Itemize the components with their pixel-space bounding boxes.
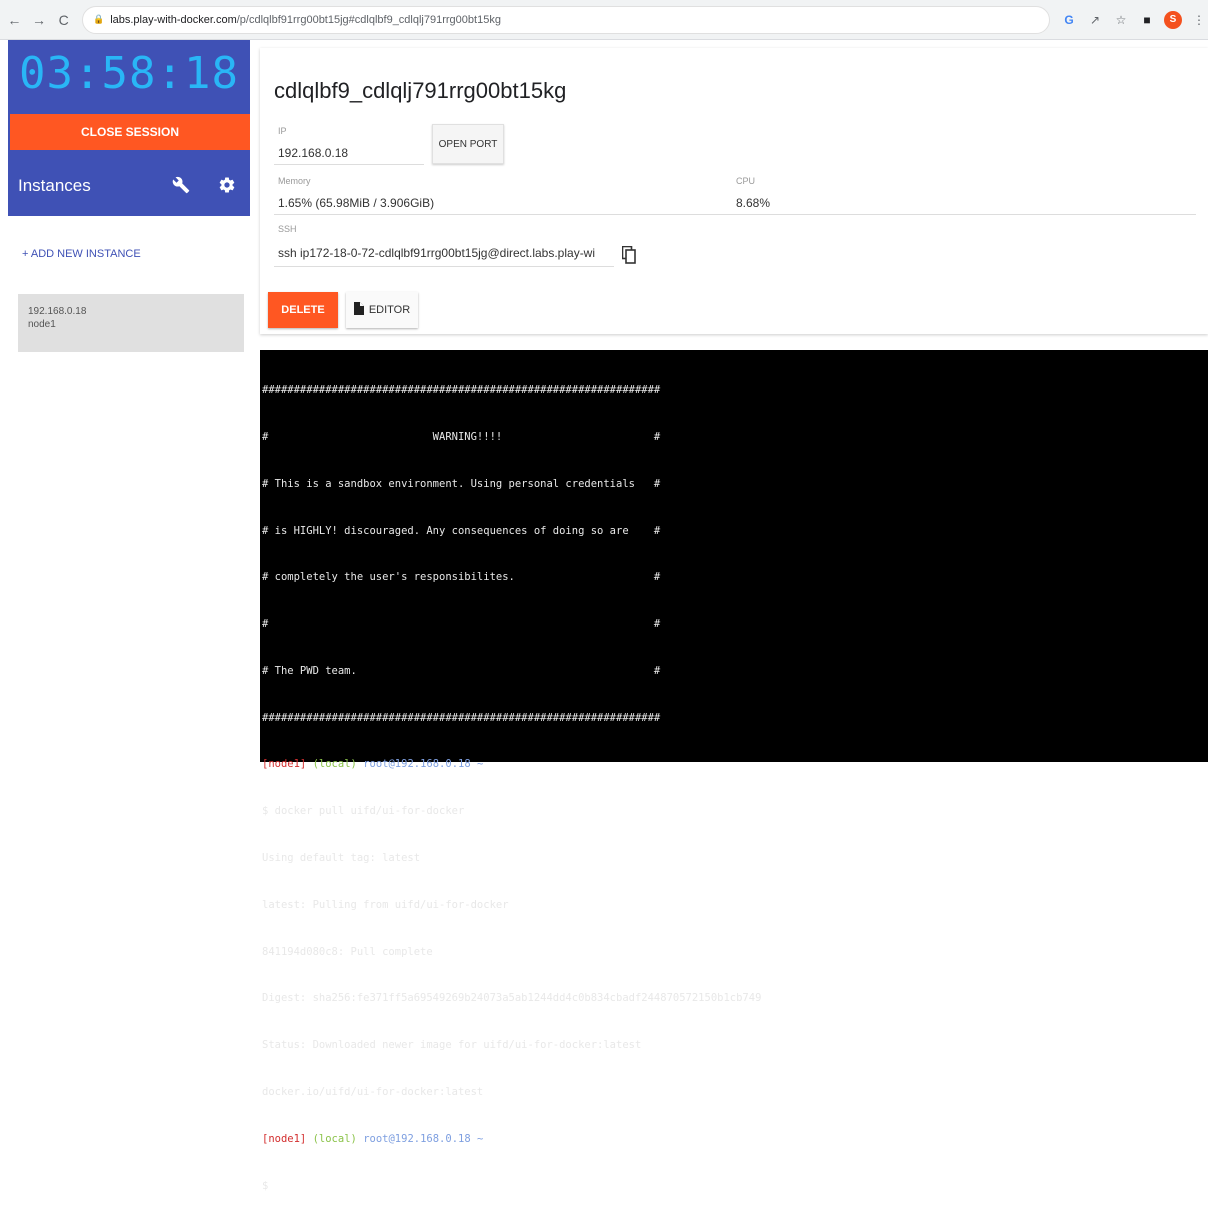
bookmark-star-icon[interactable]: ☆ — [1112, 11, 1130, 29]
lock-icon: 🔒 — [92, 14, 105, 24]
instance-ip: 192.168.0.18 — [28, 306, 87, 317]
ssh-label: SSH — [278, 224, 297, 234]
cpu-value: 8.68% — [736, 196, 771, 210]
address-bar[interactable]: 🔒 labs.play-with-docker.com/p/cdlqlbf91r… — [81, 5, 1050, 34]
share-icon[interactable]: ↗ — [1086, 11, 1104, 29]
google-icon[interactable]: G — [1060, 11, 1078, 29]
terminal-line: # # — [262, 618, 661, 631]
file-icon — [353, 302, 364, 318]
final-prompt: $ — [262, 1180, 275, 1193]
terminal-line: Using default tag: latest — [262, 852, 421, 864]
instance-title: cdlqlbf9_cdlqlj791rrg00bt15kg — [274, 78, 567, 103]
terminal-input-line[interactable]: $ — [262, 1178, 1208, 1194]
memory-value: 1.65% (65.98MiB / 3.906GiB) — [278, 196, 435, 210]
editor-button[interactable]: EDITOR — [346, 292, 418, 328]
ip-label: IP — [278, 126, 287, 136]
instances-label: Instances — [18, 176, 91, 195]
close-session-button[interactable]: CLOSE SESSION — [10, 114, 250, 150]
terminal-line: # The PWD team. # — [262, 664, 661, 677]
terminal-line: 841194d080c8: Pull complete — [262, 945, 433, 958]
profile-avatar[interactable]: S — [1163, 10, 1182, 29]
copy-icon[interactable] — [621, 245, 636, 269]
delete-button[interactable]: DELETE — [268, 292, 338, 328]
sidebar: 03:58:18 CLOSE SESSION Instances + ADD N… — [8, 40, 250, 762]
forward-arrow-icon[interactable]: → — [29, 9, 50, 31]
back-arrow-icon[interactable]: ← — [4, 9, 25, 31]
cpu-underline — [732, 214, 1196, 215]
reload-icon[interactable]: C — [53, 9, 74, 31]
cpu-label: CPU — [736, 176, 756, 186]
gear-icon[interactable] — [218, 176, 236, 199]
session-header: 03:58:18 CLOSE SESSION Instances — [8, 40, 250, 216]
tab-icon[interactable]: ■ — [1138, 11, 1156, 29]
prompt-node: [node1] — [262, 758, 307, 771]
terminal-line: $ docker pull uifd/ui-for-docker — [262, 805, 465, 818]
terminal-line: ########################################… — [262, 711, 661, 724]
browser-actions: G ↗ ☆ ■ S ⋮ — [1060, 10, 1208, 29]
ip-value: 192.168.0.18 — [278, 146, 349, 160]
instance-details-panel: cdlqlbf9_cdlqlj791rrg00bt15kg IP 192.168… — [260, 48, 1208, 334]
prompt-local: (local) — [312, 758, 357, 771]
browser-toolbar: ← → C 🔒 labs.play-with-docker.com/p/cdlq… — [0, 0, 1208, 40]
terminal-line: docker.io/uifd/ui-for-docker:latest — [262, 1085, 484, 1098]
url-path: /p/cdlqlbf91rrg00bt15jg#cdlqlbf9_cdlqlj7… — [236, 13, 501, 26]
ssh-command[interactable]: ssh ip172-18-0-72-cdlqlbf91rrg00bt15jg@d… — [278, 246, 612, 260]
terminal-prompt: [node1] (local) root@192.168.0.18 ~ — [262, 1132, 1208, 1148]
ssh-underline — [274, 266, 614, 267]
instance-list-item[interactable]: 192.168.0.18 node1 — [18, 294, 244, 352]
terminal-line: Digest: sha256:fe371ff5a69549269b24073a5… — [262, 992, 762, 1005]
prompt-user: root@192.168.0.18 ~ — [363, 758, 484, 771]
add-new-instance-link[interactable]: + ADD NEW INSTANCE — [22, 248, 141, 260]
terminal-line: # completely the user's responsibilites.… — [262, 571, 661, 584]
terminal-line: # is HIGHLY! discouraged. Any consequenc… — [262, 524, 661, 537]
editor-label: EDITOR — [368, 304, 411, 316]
url-host: labs.play-with-docker.com — [110, 13, 237, 26]
terminal-line: # WARNING!!!! # — [262, 430, 661, 443]
menu-dots-icon[interactable]: ⋮ — [1190, 11, 1208, 29]
terminal-prompt: [node1] (local) root@192.168.0.18 ~ — [262, 757, 1208, 773]
terminal[interactable]: ########################################… — [260, 350, 1208, 1192]
terminal-line: ########################################… — [262, 384, 661, 397]
prompt-node: [node1] — [262, 1132, 307, 1145]
instances-header: Instances — [8, 164, 250, 208]
wrench-icon[interactable] — [172, 176, 190, 199]
session-timer: 03:58:18 — [19, 48, 239, 99]
memory-label: Memory — [278, 176, 311, 186]
prompt-user: root@192.168.0.18 ~ — [363, 1132, 484, 1145]
terminal-line: # This is a sandbox environment. Using p… — [262, 477, 661, 490]
terminal-line: latest: Pulling from uifd/ui-for-docker — [262, 898, 509, 911]
memory-underline — [274, 214, 734, 215]
terminal-cursor — [274, 1178, 282, 1192]
instance-node-name: node1 — [28, 319, 56, 330]
terminal-line: Status: Downloaded newer image for uifd/… — [262, 1039, 642, 1052]
open-port-button[interactable]: OPEN PORT — [432, 124, 504, 164]
prompt-local: (local) — [312, 1132, 357, 1145]
ip-underline — [274, 164, 424, 165]
